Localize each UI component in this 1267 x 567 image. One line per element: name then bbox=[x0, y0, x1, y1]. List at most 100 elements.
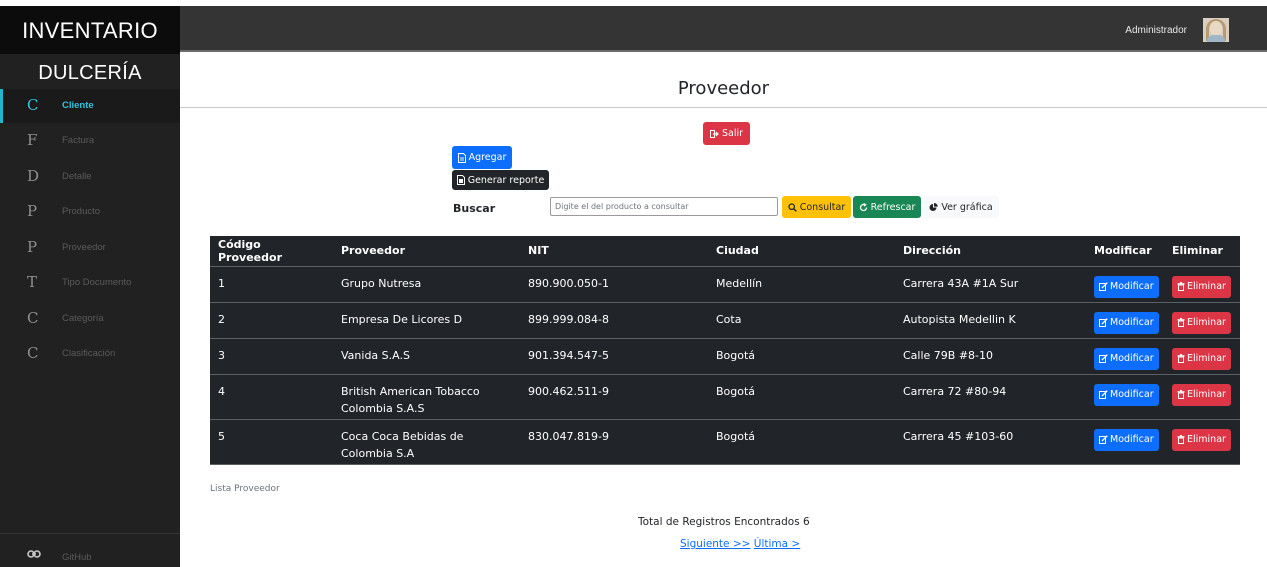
sidebar-github-link[interactable]: GitHub bbox=[0, 533, 180, 567]
sidebar-item-tipo-documento[interactable]: T Tipo Documento bbox=[0, 266, 180, 300]
cell-nit: 890.900.050-1 bbox=[520, 266, 708, 303]
cell-proveedor: Coca Coca Bebidas de Colombia S.A bbox=[333, 419, 520, 465]
file-icon bbox=[457, 152, 466, 163]
siguiente-link[interactable]: Siguiente >> bbox=[680, 538, 750, 550]
pagination: Siguiente >> Última > bbox=[680, 538, 800, 550]
sidebar-item-producto[interactable]: P Producto bbox=[0, 195, 180, 229]
pie-chart-icon bbox=[929, 202, 939, 211]
trash-icon bbox=[1177, 282, 1185, 291]
modificar-button[interactable]: Modificar bbox=[1094, 311, 1159, 334]
sign-out-icon bbox=[709, 129, 719, 138]
generar-reporte-button[interactable]: Generar reporte bbox=[452, 170, 549, 190]
link-icon bbox=[27, 550, 41, 558]
consultar-button[interactable]: Consultar bbox=[782, 196, 851, 218]
column-header: Dirección bbox=[895, 236, 1086, 267]
search-input[interactable] bbox=[550, 197, 778, 216]
modificar-button[interactable]: Modificar bbox=[1094, 275, 1159, 298]
cell-direccion: Carrera 43A #1A Sur bbox=[895, 266, 1086, 303]
table-row: 2 Empresa De Licores D 899.999.084-8 Cot… bbox=[210, 302, 1240, 339]
sidebar-item-categoria[interactable]: C Categoría bbox=[0, 302, 180, 336]
edit-icon bbox=[1099, 354, 1108, 363]
cell-codigo: 2 bbox=[210, 302, 333, 339]
modificar-button[interactable]: Modificar bbox=[1094, 383, 1159, 406]
sidebar-item-label: Tipo Documento bbox=[62, 277, 132, 288]
eliminar-button[interactable]: Eliminar bbox=[1172, 347, 1231, 370]
modificar-button[interactable]: Modificar bbox=[1094, 347, 1159, 370]
refresh-icon bbox=[859, 202, 867, 211]
letter-icon: C bbox=[27, 309, 39, 327]
agregar-button[interactable]: Agregar bbox=[452, 146, 512, 169]
sidebar-item-label: Categoría bbox=[62, 313, 104, 324]
cell-eliminar: Eliminar bbox=[1164, 266, 1240, 303]
eliminar-button[interactable]: Eliminar bbox=[1172, 428, 1231, 451]
refrescar-button[interactable]: Refrescar bbox=[853, 196, 921, 218]
table-caption: Lista Proveedor bbox=[210, 484, 280, 494]
ver-grafica-label: Ver gráfica bbox=[941, 201, 993, 213]
sidebar-item-proveedor[interactable]: P Proveedor bbox=[0, 231, 180, 265]
cell-modificar: Modificar bbox=[1086, 374, 1164, 420]
refrescar-label: Refrescar bbox=[870, 201, 916, 213]
active-indicator bbox=[0, 89, 3, 123]
ultima-link[interactable]: Última > bbox=[754, 538, 800, 550]
table-row: 4 British American Tobacco Colombia S.A.… bbox=[210, 374, 1240, 420]
eliminar-label: Eliminar bbox=[1187, 281, 1226, 292]
search-icon bbox=[788, 202, 797, 212]
eliminar-button[interactable]: Eliminar bbox=[1172, 311, 1231, 334]
sidebar-item-detalle[interactable]: D Detalle bbox=[0, 160, 180, 194]
sidebar-item-factura[interactable]: F Factura bbox=[0, 124, 180, 158]
letter-icon: T bbox=[27, 273, 38, 291]
cell-modificar: Modificar bbox=[1086, 302, 1164, 339]
letter-icon: D bbox=[27, 167, 40, 185]
eliminar-button[interactable]: Eliminar bbox=[1172, 383, 1231, 406]
table-header-row: Código Proveedor Proveedor NIT Ciudad Di… bbox=[210, 236, 1240, 267]
sidebar-item-label: Cliente bbox=[62, 100, 94, 111]
column-header: NIT bbox=[520, 236, 708, 267]
column-header: Ciudad bbox=[708, 236, 895, 267]
trash-icon bbox=[1177, 435, 1185, 444]
cell-modificar: Modificar bbox=[1086, 338, 1164, 375]
sidebar-item-clasificacion[interactable]: C Clasificación bbox=[0, 337, 180, 371]
cell-proveedor: Vanida S.A.S bbox=[333, 338, 520, 375]
ver-grafica-button[interactable]: Ver gráfica bbox=[923, 196, 999, 218]
cell-direccion: Autopista Medellin K bbox=[895, 302, 1086, 339]
cell-codigo: 3 bbox=[210, 338, 333, 375]
column-header: Modificar bbox=[1086, 236, 1164, 267]
eliminar-label: Eliminar bbox=[1187, 353, 1226, 364]
avatar[interactable] bbox=[1203, 18, 1229, 42]
cell-eliminar: Eliminar bbox=[1164, 302, 1240, 339]
sidebar-app-title: INVENTARIO bbox=[0, 6, 180, 54]
salir-button[interactable]: Salir bbox=[703, 122, 750, 145]
proveedor-table: Código Proveedor Proveedor NIT Ciudad Di… bbox=[210, 236, 1240, 465]
cell-nit: 830.047.819-9 bbox=[520, 419, 708, 465]
file-report-icon bbox=[456, 175, 465, 185]
sidebar-item-cliente[interactable]: C Cliente bbox=[0, 89, 180, 123]
cell-ciudad: Bogotá bbox=[708, 374, 895, 420]
cell-proveedor: British American Tobacco Colombia S.A.S bbox=[333, 374, 520, 420]
page-title: Proveedor bbox=[677, 78, 770, 99]
modificar-label: Modificar bbox=[1110, 353, 1154, 364]
edit-icon bbox=[1099, 435, 1108, 444]
modificar-button[interactable]: Modificar bbox=[1094, 428, 1159, 451]
letter-icon: C bbox=[27, 96, 39, 114]
cell-codigo: 4 bbox=[210, 374, 333, 420]
cell-eliminar: Eliminar bbox=[1164, 419, 1240, 465]
modificar-label: Modificar bbox=[1110, 281, 1154, 292]
sidebar-item-label: Proveedor bbox=[62, 242, 106, 253]
topbar: Administrador bbox=[180, 6, 1267, 52]
cell-direccion: Carrera 45 #103-60 bbox=[895, 419, 1086, 465]
column-header: Proveedor bbox=[333, 236, 520, 267]
table-row: 3 Vanida S.A.S 901.394.547-5 Bogotá Call… bbox=[210, 338, 1240, 375]
cell-ciudad: Bogotá bbox=[708, 419, 895, 465]
cell-nit: 900.462.511-9 bbox=[520, 374, 708, 420]
letter-icon: F bbox=[27, 131, 38, 149]
edit-icon bbox=[1099, 390, 1108, 399]
user-name[interactable]: Administrador bbox=[1125, 25, 1187, 36]
eliminar-label: Eliminar bbox=[1187, 317, 1226, 328]
letter-icon: P bbox=[27, 238, 38, 256]
cell-ciudad: Medellín bbox=[708, 266, 895, 303]
eliminar-button[interactable]: Eliminar bbox=[1172, 275, 1231, 298]
cell-codigo: 5 bbox=[210, 419, 333, 465]
letter-icon: C bbox=[27, 344, 39, 362]
column-header: Eliminar bbox=[1164, 236, 1240, 267]
edit-icon bbox=[1099, 318, 1108, 327]
